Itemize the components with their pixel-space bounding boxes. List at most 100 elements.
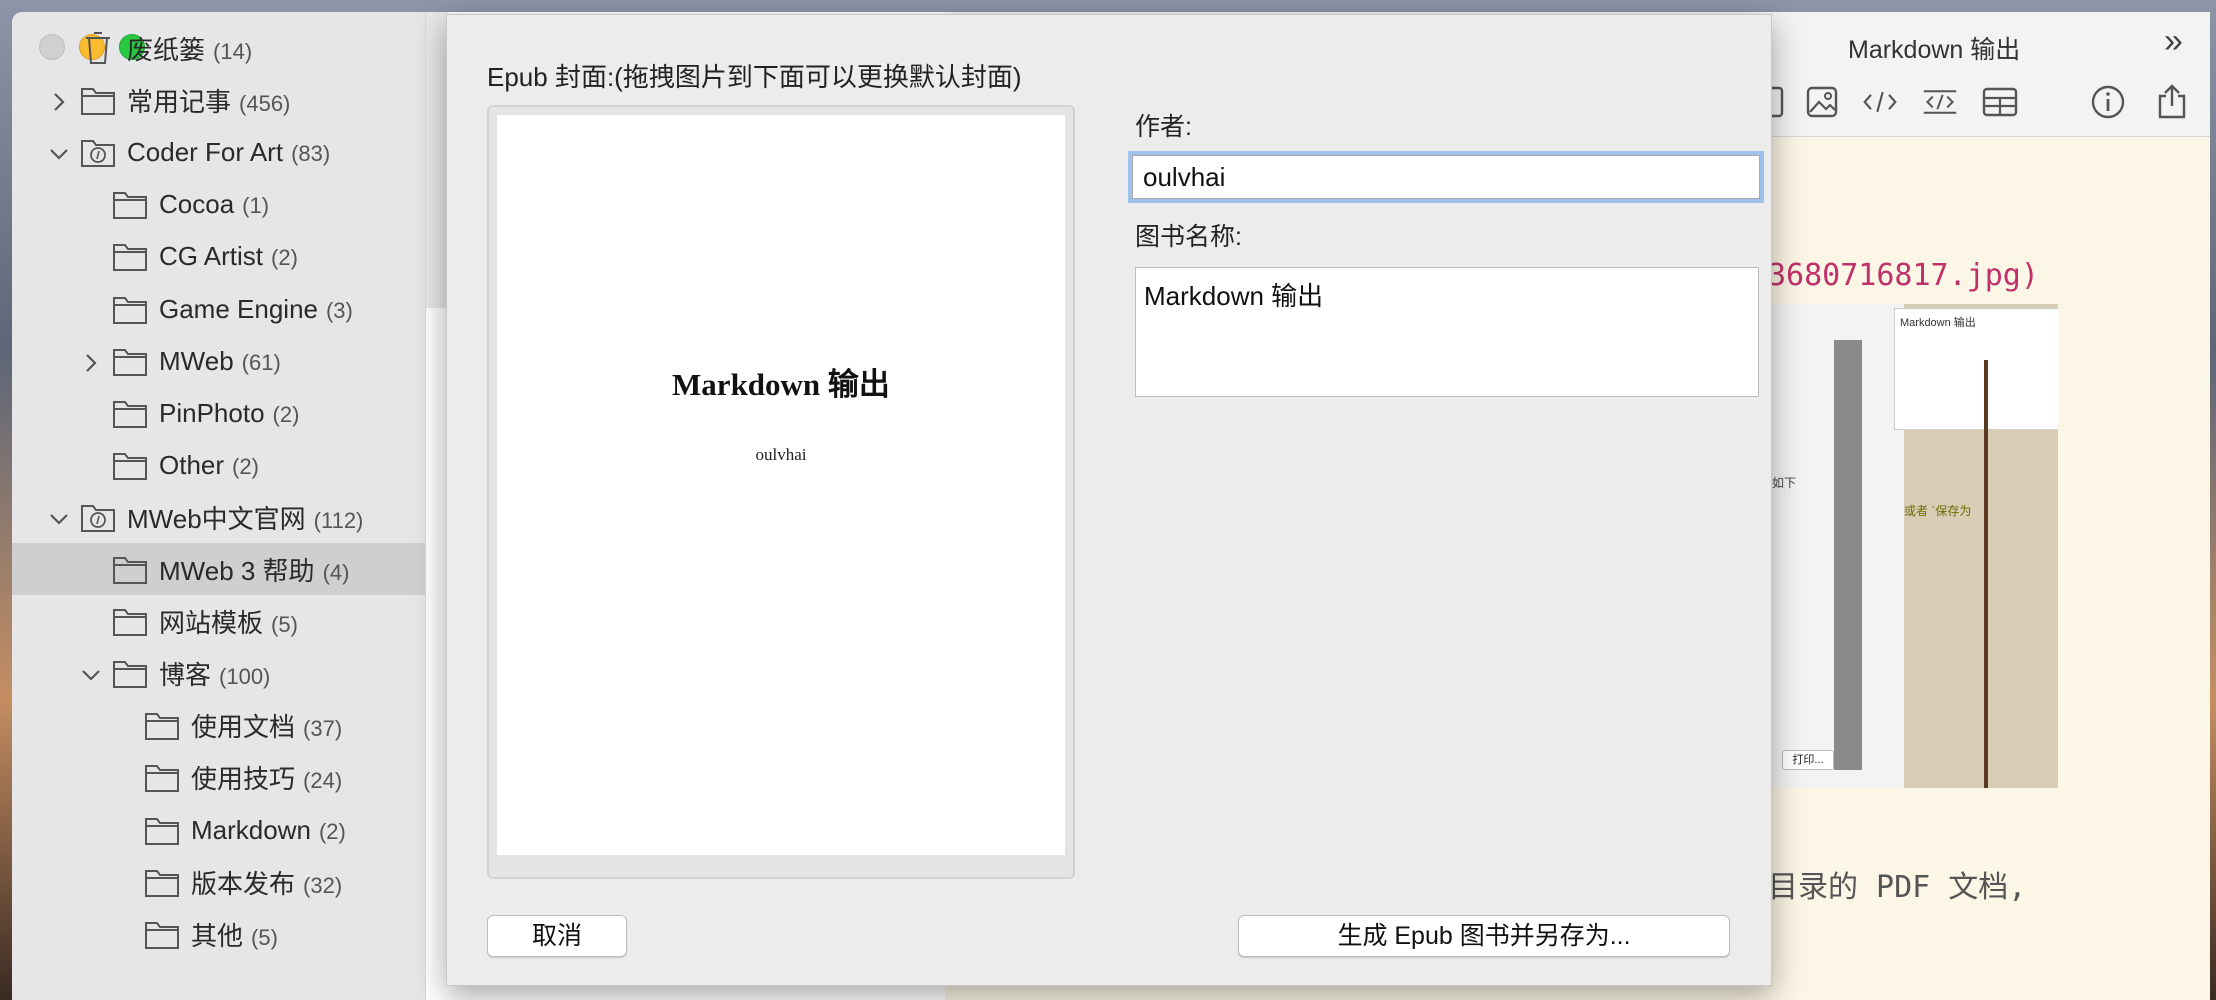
chevron-right-icon[interactable] [48,89,70,111]
cover-preview: Markdown 输出 oulvhai [497,115,1065,855]
folder-count: (2) [232,453,259,479]
folder-name: 常用记事 [127,86,232,117]
folder-count: (5) [271,611,298,637]
sidebar-folder-item[interactable]: 使用技巧 (24) [12,751,425,803]
sidebar-folder-item[interactable]: MWeb (61) [12,335,425,387]
sidebar-item-label: 使用文档 (37) [191,707,342,744]
folder-name: CG Artist [159,240,264,271]
folder-name: PinPhoto [159,397,265,428]
more-toolbar-icon[interactable]: » [2164,22,2183,61]
chevron-down-icon[interactable] [80,662,102,684]
thumb-title: Markdown 输出 [1900,317,1976,329]
thumb-divider [1984,360,1988,788]
sidebar-item-label: MWeb (61) [159,346,281,377]
folder-icon [112,553,148,585]
folder-name: 博客 [159,659,212,690]
sidebar-item-label: MWeb中文官网 (112) [127,499,363,536]
folder-count: (61) [241,349,281,375]
sidebar-folder-item[interactable]: 废纸篓 (14) [12,22,425,74]
folder-icon [144,814,180,846]
editor-code-fragment: 3680716817.jpg) [1768,258,2039,293]
trash-icon [80,32,116,64]
cancel-button[interactable]: 取消 [487,915,627,957]
folder-name: Game Engine [159,293,318,324]
folder-icon [144,918,180,950]
folder-count: (2) [271,244,298,270]
folder-count: (112) [313,507,364,533]
sidebar-item-label: Other (2) [159,450,259,481]
sidebar-item-label: 使用技巧 (24) [191,759,342,796]
sidebar-folder-item[interactable]: Coder For Art (83) [12,126,425,178]
sidebar-item-label: Coder For Art (83) [127,137,330,168]
folder-icon [144,866,180,898]
folder-name: Other [159,449,225,480]
folder-name: 使用文档 [191,711,296,742]
author-label: 作者: [1135,113,1192,141]
sidebar-folder-item[interactable]: MWeb中文官网 (112) [12,491,425,543]
folder-icon [112,345,148,377]
image-icon[interactable] [1804,84,1840,120]
sidebar-folder-item[interactable]: 博客 (100) [12,647,425,699]
folder-icon [112,657,148,689]
share-icon[interactable] [2154,84,2190,120]
folder-count: (1) [242,192,270,218]
thumb-scrollbar [1834,340,1862,770]
editor-text-fragment: 目录的 PDF 文档, [1768,870,2027,905]
folder-name: Cocoa [159,188,235,219]
generate-epub-button[interactable]: 生成 Epub 图书并另存为... [1238,915,1730,957]
folder-name: 废纸篓 [127,34,206,65]
sidebar-item-label: MWeb 3 帮助 (4) [159,551,349,588]
table-icon[interactable] [1982,84,2018,120]
code-block-icon[interactable] [1922,84,1962,120]
folder-name: MWeb [159,345,234,376]
chevron-down-icon[interactable] [48,506,70,528]
smart-folder-icon [80,501,116,533]
chevron-right-icon[interactable] [80,350,102,372]
sidebar-folder-item[interactable]: 网站模板 (5) [12,595,425,647]
sidebar-folder-item[interactable]: MWeb 3 帮助 (4) [12,543,425,595]
folder-name: Markdown [191,814,311,845]
sidebar-folder-item[interactable]: 版本发布 (32) [12,856,425,908]
sidebar-item-label: CG Artist (2) [159,241,298,272]
sidebar-folder-item[interactable]: PinPhoto (2) [12,387,425,439]
folder-icon [112,449,148,481]
chevron-down-icon[interactable] [48,141,70,163]
sidebar-folder-item[interactable]: 使用文档 (37) [12,699,425,751]
folder-count: (100) [219,663,271,689]
sidebar-folder-item[interactable]: Game Engine (3) [12,283,425,335]
cover-title: Markdown 输出 [672,367,890,402]
folder-name: 其他 [191,920,244,951]
folder-icon [144,761,180,793]
list-scroll-band [426,12,448,308]
sidebar-folder-item[interactable]: 常用记事 (456) [12,74,425,126]
info-icon[interactable] [2090,84,2126,120]
sidebar-item-label: PinPhoto (2) [159,398,299,429]
sidebar-folder-item[interactable]: Cocoa (1) [12,178,425,230]
folder-count: (5) [251,924,278,950]
sidebar-item-label: 版本发布 (32) [191,864,342,901]
sidebar-item-label: Markdown (2) [191,815,346,846]
folder-icon [112,605,148,637]
folder-count: (2) [272,401,300,427]
folder-icon [112,397,148,429]
folder-count: (37) [303,715,343,741]
sidebar-item-label: 其他 (5) [191,916,278,953]
author-field[interactable] [1128,151,1764,203]
sidebar-folder-item[interactable]: Other (2) [12,439,425,491]
code-icon[interactable] [1862,84,1902,120]
folder-icon [112,240,148,272]
sidebar-folder-item[interactable]: CG Artist (2) [12,230,425,282]
cover-drop-zone[interactable]: Markdown 输出 oulvhai [487,105,1075,879]
sidebar-item-label: 博客 (100) [159,655,270,692]
folder-count: (32) [303,872,343,898]
sidebar-folder-item[interactable]: Markdown (2) [12,804,425,856]
thumb-note: 如下 [1772,476,1797,490]
embedded-screenshot-image: Markdown 输出 如下 或者 `保存为 打印... [1768,304,2058,788]
folder-count: (3) [325,297,353,323]
book-title-field[interactable]: Markdown 输出 [1135,267,1759,397]
thumb-note: 或者 `保存为 [1904,504,1972,518]
sidebar-folder-item[interactable]: 其他 (5) [12,908,425,960]
folder-count: (456) [239,90,291,116]
folder-icon [112,293,148,325]
thumb-print-button: 打印... [1782,750,1834,770]
